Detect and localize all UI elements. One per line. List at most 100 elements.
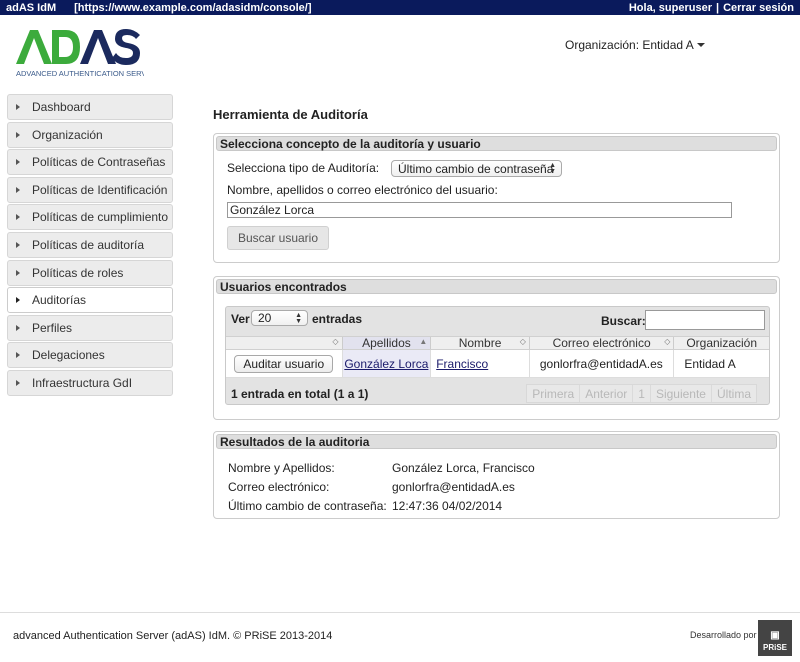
column-header-organizacion[interactable]: Organización <box>674 336 769 350</box>
result-label-correo: Correo electrónico: <box>228 480 330 494</box>
organizacion-cell: Entidad A <box>684 356 736 371</box>
sort-asc-icon: ▲ <box>419 337 428 346</box>
pager-last[interactable]: Última <box>712 385 756 402</box>
concept-panel: Selecciona concepto de la auditoría y us… <box>213 133 780 263</box>
chevron-right-icon <box>16 104 20 110</box>
results-panel: Resultados de la auditoria Nombre y Apel… <box>213 431 780 519</box>
nombre-cell: Francisco <box>431 350 530 377</box>
chevron-right-icon <box>16 269 20 276</box>
chevron-right-icon <box>16 241 20 248</box>
console-url: [https://www.example.com/adasidm/console… <box>74 1 312 14</box>
sort-icon: ◇ <box>519 337 526 346</box>
result-value-ultimo-cambio: 12:47:36 04/02/2014 <box>392 499 503 513</box>
sidebar-item-delegaciones[interactable]: Delegaciones <box>7 342 173 369</box>
top-bar: adAS IdM [https://www.example.com/adasid… <box>0 0 800 15</box>
page-title: Herramienta de Auditoría <box>213 107 368 122</box>
panel-title: Resultados de la auditoria <box>216 434 777 449</box>
correo-cell: gonlorfra@entidadA.es <box>530 350 675 377</box>
users-panel: Usuarios encontrados Ver 20 ▲ ▼ entradas … <box>213 276 780 420</box>
entries-label: entradas <box>312 312 363 326</box>
audit-type-label: Selecciona tipo de Auditoría: <box>227 161 380 175</box>
chevron-right-icon <box>16 352 20 359</box>
page-size-select[interactable]: 20 ▲ ▼ <box>251 310 308 326</box>
panel-title: Usuarios encontrados <box>216 279 777 294</box>
prise-badge-text: PRiSE <box>762 643 787 652</box>
sidebar: Dashboard Organización Políticas de Cont… <box>7 94 173 398</box>
table-header: ◇ Apellidos ▲ Nombre ◇ Correo electrónico ◇… <box>226 336 769 350</box>
table-toolbar: Ver 20 ▲ ▼ entradas Buscar: <box>226 307 769 333</box>
footer: advanced Authentication Server (adAS) Id… <box>0 612 800 662</box>
table-info: 1 entrada en total (1 a 1) <box>231 387 369 401</box>
chevron-right-icon <box>16 186 20 193</box>
page-size-value: 20 <box>258 311 272 325</box>
sidebar-item-label: Políticas de Contraseñas <box>32 155 166 170</box>
chevron-right-icon <box>16 131 20 138</box>
panel-title: Selecciona concepto de la auditoría y us… <box>216 136 777 151</box>
chevron-right-icon <box>16 324 20 331</box>
search-user-button[interactable]: Buscar usuario <box>227 226 329 250</box>
organization-dropdown[interactable]: Organización: Entidad A <box>565 38 705 52</box>
logout-link[interactable]: Cerrar sesión <box>723 2 794 14</box>
header: ADVANCED AUTHENTICATION SERVER Organizac… <box>0 15 800 81</box>
sidebar-item-infraestructura-gdi[interactable]: Infraestructura GdI <box>7 369 173 396</box>
sort-icon: ◇ <box>664 337 671 346</box>
sidebar-item-label: Infraestructura GdI <box>32 375 133 390</box>
prise-logo[interactable]: ▣ PRiSE <box>758 620 792 656</box>
pager-previous[interactable]: Anterior <box>580 385 634 402</box>
sidebar-item-auditorias[interactable]: Auditorías <box>7 287 173 314</box>
sidebar-item-politicas-roles[interactable]: Políticas de roles <box>7 259 173 286</box>
column-header-apellidos[interactable]: Apellidos ▲ <box>342 336 432 350</box>
user-greeting: Hola, superuser <box>628 1 712 14</box>
pager-page-1[interactable]: 1 <box>633 385 651 402</box>
column-header-correo[interactable]: Correo electrónico ◇ <box>530 336 675 350</box>
audit-user-button[interactable]: Auditar usuario <box>234 354 334 373</box>
chevron-right-icon <box>16 159 20 166</box>
sidebar-item-label: Políticas de Identificación <box>32 182 168 197</box>
sidebar-item-organizacion[interactable]: Organización <box>7 121 173 148</box>
sidebar-item-label: Políticas de cumplimiento <box>32 210 169 225</box>
audit-type-select[interactable]: Último cambio de contraseña ▲ ▼ <box>391 160 562 177</box>
show-label: Ver <box>231 312 250 326</box>
actions-cell: Auditar usuario <box>226 350 343 377</box>
sidebar-item-perfiles[interactable]: Perfiles <box>7 314 173 341</box>
sidebar-item-politicas-contrasenas[interactable]: Políticas de Contraseñas <box>7 149 173 176</box>
result-value-correo: gonlorfra@entidadA.es <box>392 480 515 494</box>
sidebar-item-politicas-auditoria[interactable]: Políticas de auditoría <box>7 231 173 258</box>
table-search-input[interactable] <box>645 310 765 330</box>
pager-first[interactable]: Primera <box>527 385 581 402</box>
caret-down-icon <box>696 43 705 47</box>
user-search-input[interactable]: González Lorca <box>227 202 732 218</box>
organization-label: Organización: Entidad A <box>565 38 694 52</box>
sidebar-item-politicas-identificacion[interactable]: Políticas de Identificación <box>7 176 173 203</box>
column-header-nombre[interactable]: Nombre ◇ <box>431 336 530 350</box>
topbar-separator: | <box>715 1 720 14</box>
footer-credit: advanced Authentication Server (adAS) Id… <box>13 630 333 642</box>
developed-by-label: Desarrollado por <box>690 630 757 640</box>
nombre-link[interactable]: Francisco <box>436 357 488 371</box>
audit-type-value: Último cambio de contraseña <box>398 161 554 176</box>
users-table-wrapper: Ver 20 ▲ ▼ entradas Buscar: ◇ Apellidos ▲ … <box>225 306 770 405</box>
sort-icon: ◇ <box>332 337 339 346</box>
sidebar-item-dashboard[interactable]: Dashboard <box>7 94 173 120</box>
users-table: ◇ Apellidos ▲ Nombre ◇ Correo electrónico ◇… <box>226 336 769 378</box>
adas-logo: ADVANCED AUTHENTICATION SERVER <box>14 22 144 78</box>
user-search-label: Nombre, apellidos o correo electrónico d… <box>227 183 498 197</box>
select-arrows-icon: ▲ ▼ <box>295 312 302 325</box>
sidebar-item-label: Políticas de roles <box>32 265 124 280</box>
sidebar-item-label: Perfiles <box>32 320 73 335</box>
column-header-actions[interactable]: ◇ <box>226 337 343 349</box>
table-search-label: Buscar: <box>601 314 646 328</box>
sidebar-item-label: Dashboard <box>32 100 91 114</box>
result-value-nombre: González Lorca, Francisco <box>392 461 535 475</box>
prise-mark-icon: ▣ <box>770 630 780 641</box>
apellidos-cell: González Lorca <box>342 350 432 377</box>
pager-next[interactable]: Siguiente <box>651 385 712 402</box>
sidebar-item-label: Políticas de auditoría <box>32 237 145 252</box>
apellidos-link[interactable]: González Lorca <box>344 357 428 371</box>
sidebar-item-politicas-cumplimiento[interactable]: Políticas de cumplimiento <box>7 204 173 231</box>
chevron-right-icon <box>16 379 20 386</box>
result-label-ultimo-cambio: Último cambio de contraseña: <box>228 499 387 513</box>
sidebar-item-label: Organización <box>32 127 103 142</box>
chevron-right-icon <box>16 214 20 221</box>
select-arrows-icon: ▲ ▼ <box>549 162 556 175</box>
